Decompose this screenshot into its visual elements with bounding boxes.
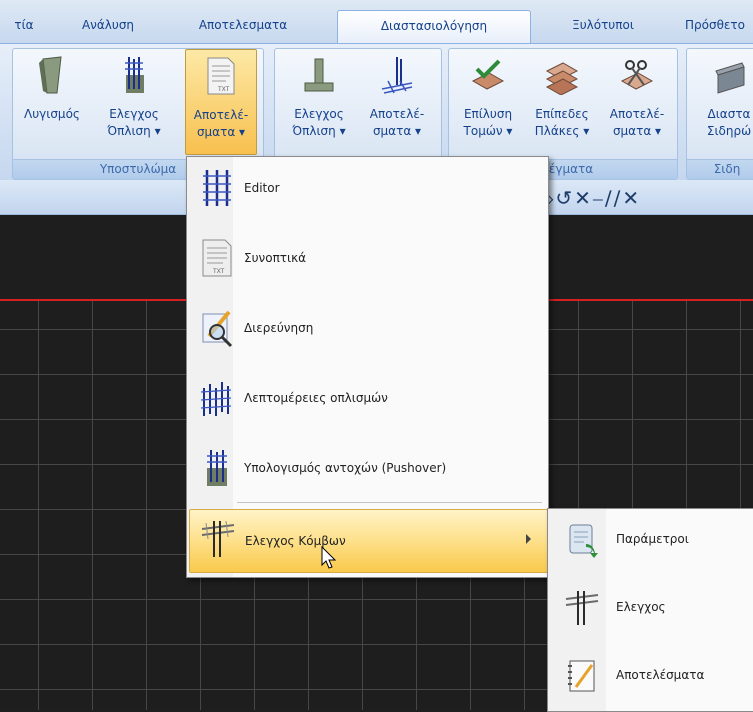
- footing-check-label-1: Ελεγχος: [294, 107, 344, 121]
- rotate-icon[interactable]: ↺: [555, 186, 574, 210]
- scissors-slab-icon: [620, 60, 654, 90]
- steel-label-2: Σιδηρώ: [706, 124, 752, 138]
- tab-formwork[interactable]: Ξυλότυποι: [548, 14, 658, 36]
- buckling-label-1: Λυγισμός: [24, 107, 80, 121]
- cross-icon[interactable]: ✕: [574, 186, 593, 210]
- svg-text:TXT: TXT: [217, 86, 230, 93]
- results-notepad-icon: [568, 660, 595, 692]
- results-dropdown-menu: Editor TXT Συνοπτικά Διερεύνηση Λεπτομέρ…: [186, 156, 549, 578]
- slab-layers-icon: [545, 62, 579, 95]
- submenu-item-check-label: Ελεγχος: [616, 600, 666, 614]
- mouse-cursor-icon: [321, 546, 337, 569]
- menu-item-editor-label: Editor: [244, 181, 280, 195]
- menu-item-investigation-label: Διερεύνηση: [244, 321, 314, 335]
- group-steel: Διαστα Σιδηρώ Σιδη: [686, 48, 753, 180]
- column-results-button[interactable]: TXT Αποτελέ- σματα ▾: [185, 49, 257, 155]
- menu-item-summary[interactable]: TXT Συνοπτικά: [189, 229, 546, 287]
- rebar-details-icon: [200, 382, 232, 416]
- trim-icon[interactable]: ✕: [622, 186, 641, 210]
- txt-document-icon: TXT: [207, 57, 235, 95]
- submenu-item-parameters[interactable]: Παράμετροι: [550, 509, 753, 569]
- footing-check-reinforcement-button[interactable]: Ελεγχος Όπλιση ▾: [281, 49, 357, 153]
- steel-label-1: Διαστα: [707, 107, 751, 121]
- tab-addons[interactable]: Πρόσθετο: [670, 14, 753, 36]
- menu-item-pushover[interactable]: Υπολογισμός αντοχών (Pushover): [189, 439, 546, 497]
- section-solve-label-1: Επίλυση: [463, 107, 513, 121]
- rebar-mesh-icon: [381, 57, 413, 94]
- menu-item-summary-label: Συνοπτικά: [244, 251, 307, 265]
- menu-separator: [237, 502, 542, 503]
- submenu-item-results[interactable]: Αποτελέσματα: [550, 645, 753, 705]
- buckling-button[interactable]: Λυγισμός: [19, 49, 85, 153]
- joint-rebar-icon: [201, 520, 235, 557]
- column-rebar-icon: [207, 450, 227, 486]
- section-solve-button[interactable]: Επίλυση Τομών ▾: [453, 49, 523, 153]
- submenu-item-check[interactable]: Ελεγχος: [550, 577, 753, 637]
- menu-item-editor[interactable]: Editor: [189, 159, 546, 217]
- magnifier-pencil-icon: [202, 310, 233, 348]
- menu-item-rebar-details[interactable]: Λεπτομέρειες οπλισμών: [189, 369, 546, 427]
- footing-results-label-2: σματα ▾: [372, 124, 422, 138]
- submenu-item-results-label: Αποτελέσματα: [616, 668, 705, 682]
- mesh-results-button[interactable]: Αποτελέ- σματα ▾: [601, 49, 673, 153]
- checkmark-slab-icon: [471, 59, 505, 90]
- steel-dimensioning-button[interactable]: Διαστα Σιδηρώ: [691, 49, 753, 153]
- column-check-label-1: Ελεγχος: [109, 107, 159, 121]
- menu-item-rebar-details-label: Λεπτομέρειες οπλισμών: [244, 391, 388, 405]
- tab-design[interactable]: Διαστασιολόγηση: [337, 10, 531, 44]
- parameters-scroll-icon: [569, 524, 598, 558]
- parallel-icon[interactable]: ∕∕: [605, 186, 622, 210]
- submenu-arrow-icon: [526, 534, 531, 544]
- extend-icon[interactable]: ⎯: [593, 186, 605, 210]
- column-results-label-1: Αποτελέ-: [193, 108, 249, 122]
- flat-slabs-label-2: Πλάκες ▾: [534, 124, 590, 138]
- svg-text:TXT: TXT: [212, 268, 225, 275]
- column-check-reinforcement-button[interactable]: Ελεγχος Όπλιση ▾: [93, 49, 175, 153]
- tab-partial-left[interactable]: τία: [6, 14, 42, 36]
- column-check-label-2: Όπλιση ▾: [107, 124, 161, 138]
- tab-results[interactable]: Αποτελεσματα: [180, 14, 306, 36]
- joint-rebar-icon: [565, 591, 599, 625]
- menu-item-investigation[interactable]: Διερεύνηση: [189, 299, 546, 357]
- joint-check-submenu: Παράμετροι Ελεγχος Αποτελέσματα: [547, 508, 753, 712]
- footing-results-button[interactable]: Αποτελέ- σματα ▾: [359, 49, 435, 153]
- column-rebar-icon: [125, 57, 144, 93]
- submenu-item-parameters-label: Παράμετροι: [616, 532, 689, 546]
- menu-item-joint-check[interactable]: Ελεγχος Κόμβων: [189, 509, 548, 573]
- txt-document-icon: TXT: [202, 239, 232, 277]
- mesh-results-label-1: Αποτελέ-: [609, 107, 665, 121]
- menu-item-pushover-label: Υπολογισμός αντοχών (Pushover): [244, 461, 447, 475]
- drawing-tools-strip[interactable]: ◇↺✕⎯∕∕✕: [538, 186, 641, 210]
- tab-analysis[interactable]: Ανάλυση: [68, 14, 148, 36]
- flat-slabs-label-1: Επίπεδες: [535, 107, 589, 121]
- flat-slabs-button[interactable]: Επίπεδες Πλάκες ▾: [525, 49, 599, 153]
- column-results-label-2: σματα ▾: [196, 125, 246, 139]
- steel-beam-icon: [715, 62, 745, 94]
- footing-check-label-2: Όπλιση ▾: [292, 124, 346, 138]
- footing-results-label-1: Αποτελέ-: [369, 107, 425, 121]
- ribbon-tab-bar: τία Ανάλυση Αποτελεσματα Διαστασιολόγηση…: [0, 0, 753, 44]
- rebar-cage-icon: [203, 170, 231, 206]
- footing-icon: [304, 58, 334, 92]
- group-steel-label: Σιδη: [687, 159, 753, 179]
- section-solve-label-2: Τομών ▾: [463, 124, 513, 138]
- buckling-column-icon: [39, 56, 62, 94]
- mesh-results-label-2: σματα ▾: [612, 124, 662, 138]
